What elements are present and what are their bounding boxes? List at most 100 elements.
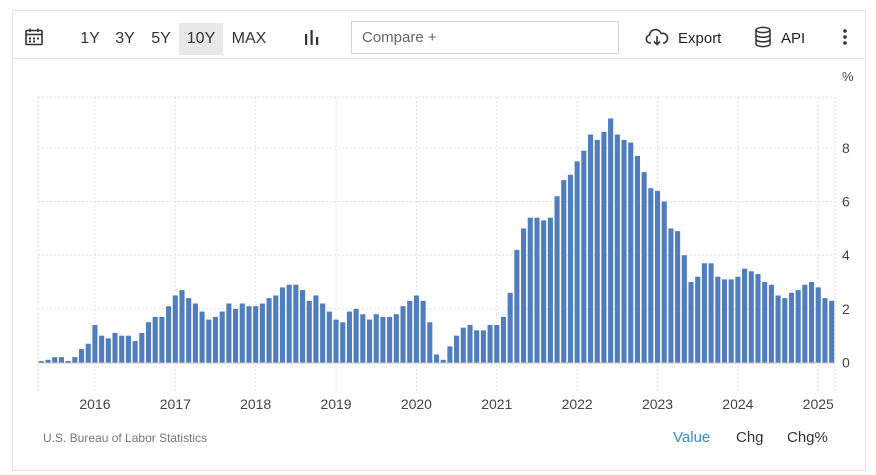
bar: [253, 306, 259, 363]
bar: [574, 161, 580, 363]
bar: [661, 201, 667, 363]
bar: [809, 282, 815, 363]
bar: [628, 142, 634, 363]
bar: [226, 303, 232, 363]
bar: [326, 311, 332, 363]
bar: [99, 335, 105, 363]
bar: [353, 308, 359, 363]
bar: [507, 292, 513, 363]
x-tick-label: 2022: [562, 396, 593, 412]
bar: [125, 335, 131, 363]
bar: [728, 279, 734, 363]
bar: [239, 303, 245, 363]
bar: [460, 327, 466, 363]
bar: [166, 306, 172, 363]
tab-chg-percent[interactable]: Chg%: [787, 429, 828, 446]
bar: [829, 300, 835, 363]
bar: [266, 298, 272, 363]
bar: [65, 361, 71, 363]
bar: [333, 319, 339, 363]
bar: [186, 298, 192, 363]
bar: [608, 118, 614, 363]
x-tick-label: 2020: [401, 396, 432, 412]
y-tick-label: 2: [842, 301, 850, 317]
bar: [139, 333, 145, 363]
bar: [748, 271, 754, 363]
y-unit-label: %: [842, 69, 854, 84]
y-tick-label: 8: [842, 140, 850, 156]
bar: [581, 150, 587, 363]
bar: [212, 316, 219, 363]
bar: [172, 295, 178, 363]
bar: [78, 349, 85, 363]
bar: [514, 249, 520, 363]
bar: [279, 287, 286, 363]
bar: [782, 298, 788, 363]
bar: [407, 300, 413, 363]
bar: [420, 300, 426, 363]
bar: [654, 190, 661, 363]
bar: [360, 314, 366, 363]
bar: [554, 196, 560, 363]
bar: [641, 172, 647, 363]
bar: [675, 231, 681, 363]
bar: [480, 330, 486, 363]
bar: [246, 306, 252, 363]
bar: [701, 263, 707, 363]
bar: [547, 217, 553, 363]
x-tick-label: 2019: [320, 396, 351, 412]
bar: [219, 311, 225, 363]
bar: [199, 311, 205, 363]
inflation-bar-chart: 0 2 4 6 8% 2016 2017 2018 2019 2020 2021 2022 2023 20…: [37, 69, 854, 412]
bar: [474, 330, 480, 363]
y-tick-label: 4: [842, 247, 850, 263]
bar: [286, 284, 292, 363]
x-tick-label: 2023: [642, 396, 673, 412]
bar: [233, 308, 239, 363]
bar: [293, 284, 299, 363]
bar: [500, 316, 507, 363]
bar: [206, 319, 212, 363]
data-source-label: U.S. Bureau of Labor Statistics: [43, 431, 208, 445]
y-tick-label: 6: [842, 194, 850, 210]
bar: [594, 139, 600, 363]
bar: [715, 276, 721, 363]
bar: [795, 290, 801, 363]
bar: [393, 314, 399, 363]
bar: [119, 335, 125, 363]
bar: [313, 295, 319, 363]
bar: [387, 316, 393, 363]
bar: [58, 357, 64, 363]
bar: [708, 263, 714, 363]
bar: [52, 357, 58, 363]
bar: [433, 354, 440, 363]
bar: [494, 324, 500, 363]
bar: [380, 316, 386, 363]
bar: [447, 346, 453, 363]
bar: [768, 284, 774, 363]
bar: [762, 282, 768, 363]
bar: [273, 295, 279, 363]
y-tick-label: 0: [842, 355, 850, 371]
bar: [802, 284, 808, 363]
bar: [681, 255, 687, 363]
bar: [487, 324, 493, 363]
tab-chg[interactable]: Chg: [736, 429, 764, 446]
bar: [601, 131, 607, 363]
bar: [695, 276, 701, 363]
bar: [346, 311, 352, 363]
bar: [400, 306, 406, 363]
bar: [541, 220, 547, 363]
x-tick-label: 2016: [79, 396, 110, 412]
bar: [38, 361, 44, 363]
bar: [534, 217, 540, 363]
bar: [721, 279, 728, 363]
bar: [366, 319, 373, 363]
bar: [587, 134, 594, 363]
bar: [320, 303, 326, 363]
bar: [567, 174, 573, 363]
bar: [521, 228, 527, 363]
bar: [467, 324, 473, 363]
bar: [159, 316, 165, 363]
tab-value[interactable]: Value: [673, 429, 710, 446]
